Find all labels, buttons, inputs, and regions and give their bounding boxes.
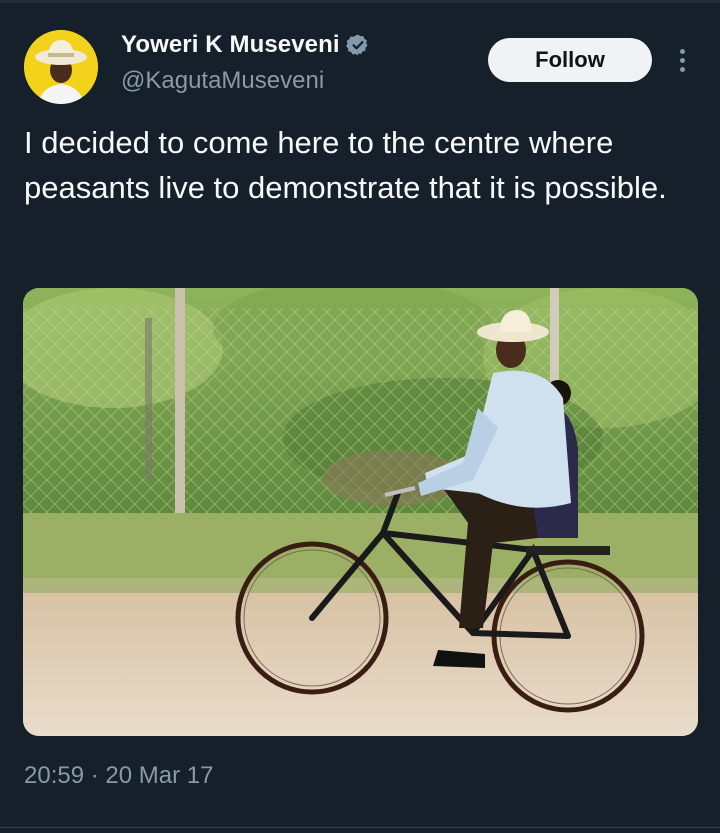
tweet-timestamp[interactable]: 20:59 · 20 Mar 17 [24, 762, 213, 790]
tweet-card: Yoweri K Museveni @KagutaMuseveni Follow… [0, 0, 720, 833]
tweet-text: I decided to come here to the centre whe… [24, 125, 667, 205]
bottom-divider [0, 827, 720, 828]
profile-avatar[interactable] [24, 30, 98, 104]
more-dot [679, 48, 685, 54]
author-name-row: Yoweri K Museveni [121, 31, 370, 59]
tweet-photo[interactable] [23, 288, 698, 736]
author-handle[interactable]: @KagutaMuseveni [121, 67, 324, 95]
follow-button[interactable]: Follow [488, 38, 652, 82]
verified-badge-icon [345, 34, 368, 56]
more-options-icon[interactable] [670, 44, 694, 76]
author-display-name[interactable]: Yoweri K Museveni [121, 31, 340, 59]
more-dot [679, 66, 685, 72]
more-dot [679, 57, 685, 63]
